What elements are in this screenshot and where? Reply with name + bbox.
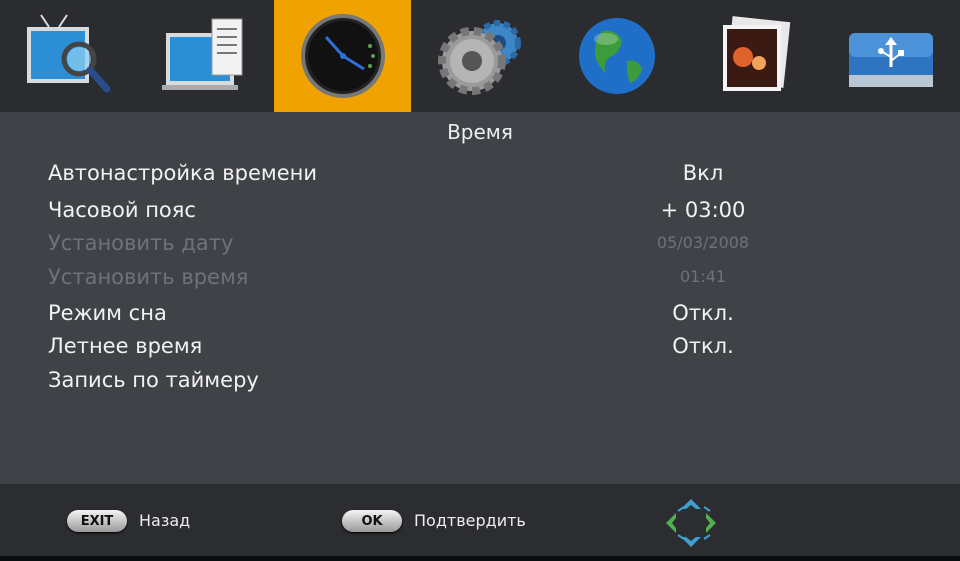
setting-label: Автонастройка времени: [48, 161, 318, 185]
setting-value: + 03:00: [660, 198, 746, 222]
clock-icon: [300, 14, 385, 98]
setting-row-timezone[interactable]: Часовой пояс + 03:00: [48, 195, 768, 225]
setting-value: Откл.: [672, 301, 734, 325]
setting-row-daylight-saving[interactable]: Летнее время Откл.: [48, 331, 768, 361]
setting-value: 05/03/2008: [656, 233, 750, 252]
tab-settings[interactable]: [411, 0, 548, 112]
exit-hint-label: Назад: [139, 511, 191, 530]
page-title: Время: [447, 120, 513, 144]
usb-drive-icon: [848, 33, 933, 87]
setting-row-set-time: Установить время 01:41: [48, 262, 768, 292]
setting-row-sleep-mode[interactable]: Режим сна Откл.: [48, 298, 768, 328]
setting-label: Запись по таймеру: [48, 368, 259, 392]
tv-list-icon: [161, 18, 242, 90]
tab-time[interactable]: [274, 0, 411, 112]
tv-search-icon: [26, 14, 110, 93]
setting-row-timer-recording[interactable]: Запись по таймеру: [48, 365, 768, 395]
gears-icon: [437, 20, 521, 95]
setting-label: Часовой пояс: [48, 198, 196, 222]
setting-label: Режим сна: [48, 301, 167, 325]
setting-label: Установить дату: [48, 231, 234, 255]
globe-icon: [578, 18, 655, 94]
tab-usb[interactable]: [822, 0, 959, 112]
menu-tab-bar: [0, 0, 960, 112]
setting-value: Вкл: [682, 161, 724, 185]
photo-icon: [722, 16, 790, 91]
setting-value: 01:41: [679, 267, 727, 286]
footer-edge: [0, 556, 960, 561]
setting-label: Установить время: [48, 265, 249, 289]
setting-row-set-date: Установить дату 05/03/2008: [48, 228, 768, 258]
ok-key-button[interactable]: OK: [342, 510, 402, 532]
setting-row-auto-time[interactable]: Автонастройка времени Вкл: [48, 158, 768, 188]
setting-label: Летнее время: [48, 334, 203, 358]
exit-key-button[interactable]: EXIT: [67, 510, 127, 532]
ok-hint-label: Подтвердить: [414, 511, 526, 530]
navigation-arrows-icon: [666, 499, 716, 547]
tab-channel-list[interactable]: [137, 0, 274, 112]
tab-channel-search[interactable]: [0, 0, 137, 112]
tab-media[interactable]: [685, 0, 822, 112]
setting-value: Откл.: [672, 334, 734, 358]
tab-language[interactable]: [548, 0, 685, 112]
